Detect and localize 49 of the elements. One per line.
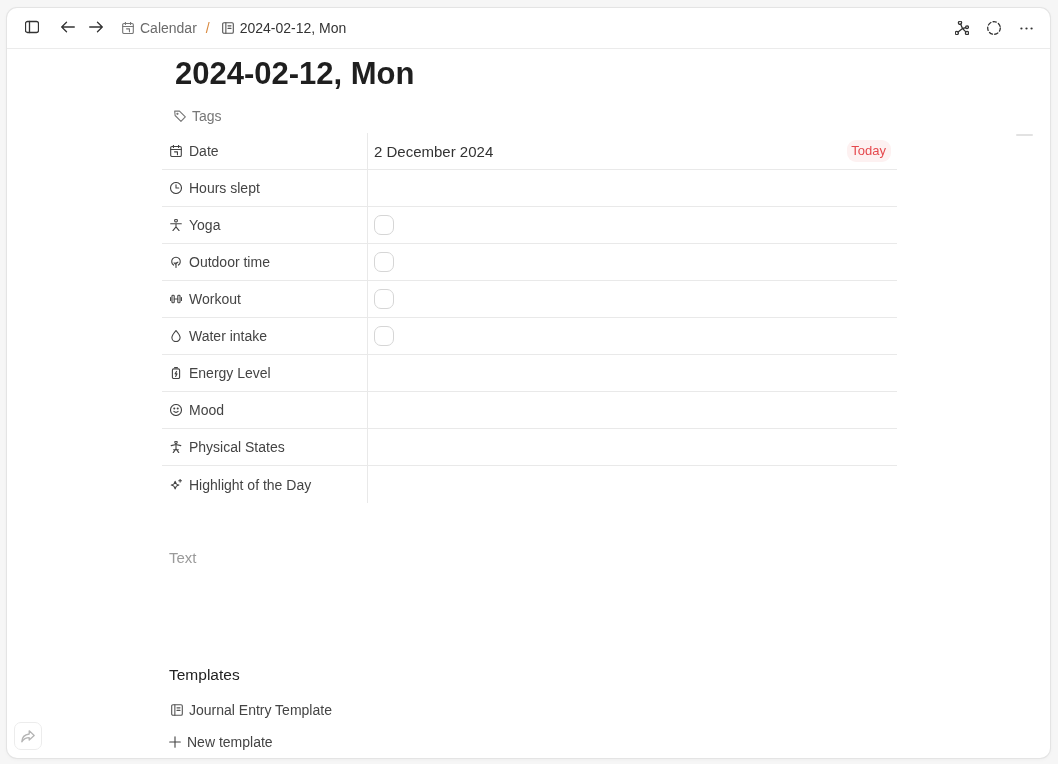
property-label: Water intake [189, 328, 268, 344]
page-title: 2024-02-12, Mon [174, 55, 416, 93]
page-icon [221, 22, 234, 34]
calendar-icon [122, 22, 134, 34]
today-badge: Today [847, 140, 891, 162]
checkbox[interactable] [374, 215, 394, 235]
dumbbell-icon [170, 293, 182, 305]
stick-figure-icon [170, 219, 182, 231]
share-icon [21, 729, 35, 743]
drop-icon [170, 330, 182, 342]
property-label: Date [189, 143, 219, 159]
property-value-field[interactable]: 2 December 2024 Today [367, 133, 897, 169]
back-arrow-icon[interactable] [61, 19, 75, 34]
breadcrumb-link[interactable]: 2024-02-12, Mon [221, 20, 347, 36]
sidebar-toggle-icon[interactable] [25, 19, 39, 34]
checkbox[interactable] [374, 289, 394, 309]
property-label: Highlight of the Day [189, 476, 312, 493]
section-heading: Templates [169, 665, 240, 685]
more-icon[interactable] [1020, 26, 1033, 30]
graph-icon[interactable] [955, 21, 969, 35]
property-label: Energy Level [189, 365, 271, 381]
sparkle-icon [170, 478, 182, 491]
property-label: Physical States [189, 439, 285, 455]
tag-icon [174, 110, 186, 122]
property-label: Mood [189, 402, 225, 418]
checkbox[interactable] [374, 252, 394, 272]
text-editor-field[interactable]: Text [169, 545, 869, 569]
tags-button[interactable]: Tags [174, 104, 222, 128]
share-button[interactable] [14, 722, 42, 750]
battery-icon [170, 367, 182, 379]
breadcrumb-link[interactable]: Calendar [122, 20, 197, 36]
dashed-circle-icon[interactable] [987, 21, 1001, 35]
date-value: 2 December 2024 [374, 142, 494, 160]
property-label: Outdoor time [189, 254, 270, 270]
smiley-icon [170, 404, 182, 416]
stick-figure-icon [170, 441, 182, 453]
forward-arrow-icon[interactable] [89, 19, 103, 34]
checkbox[interactable] [374, 326, 394, 346]
tree-icon [170, 256, 182, 268]
clock-icon [170, 182, 182, 194]
page-icon [171, 704, 183, 716]
new-template-button[interactable]: New template [169, 730, 273, 754]
property-label: Yoga [189, 217, 221, 233]
calendar-icon [170, 145, 182, 157]
template-link[interactable]: Journal Entry Template [171, 698, 332, 722]
plus-icon [169, 736, 181, 748]
property-label: Hours slept [189, 180, 260, 196]
breadcrumb-separator: / [205, 20, 210, 36]
property-label: Workout [189, 291, 241, 307]
